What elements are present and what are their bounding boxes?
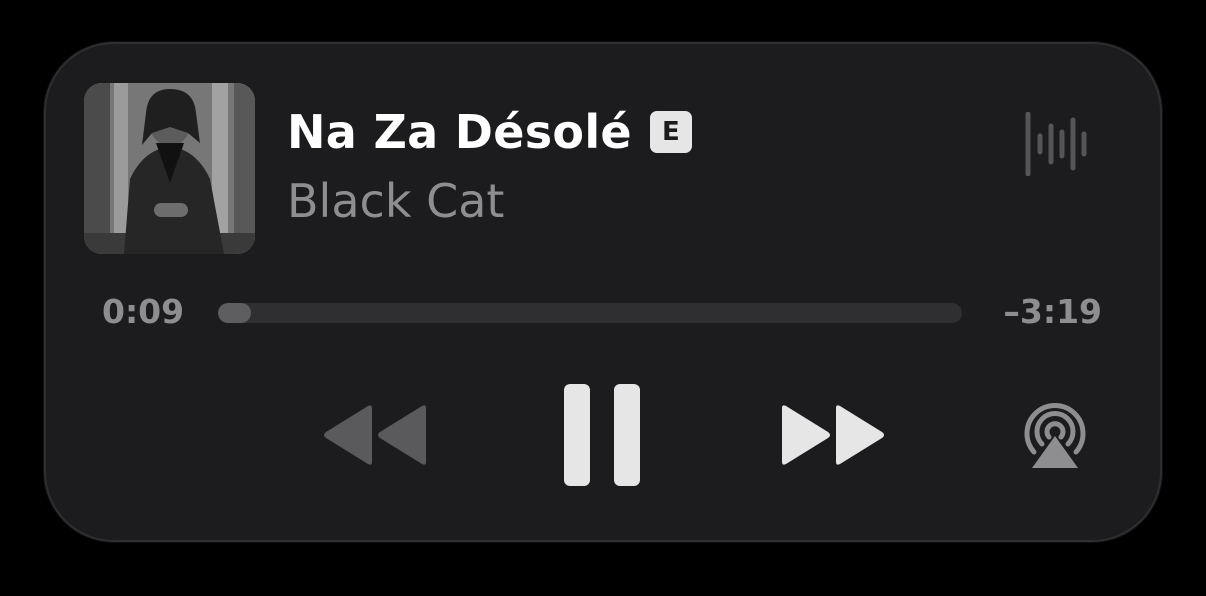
pause-button[interactable]: [564, 384, 642, 486]
remaining-time: –3:19: [1003, 292, 1102, 331]
airplay-icon: [1024, 402, 1086, 468]
progress-scrubber[interactable]: [218, 303, 962, 323]
airplay-button[interactable]: [1020, 400, 1090, 470]
fast-forward-button[interactable]: [778, 402, 888, 468]
fast-forward-icon: [782, 405, 884, 465]
now-playing-card: Na Za Désolé E Black Cat 0:09 –3:19: [44, 42, 1162, 542]
album-artwork[interactable]: [84, 83, 255, 254]
pause-icon: [564, 384, 640, 486]
elapsed-time: 0:09: [102, 292, 185, 331]
title-row: Na Za Désolé E: [287, 104, 692, 160]
waveform-icon: [1024, 111, 1094, 177]
explicit-badge: E: [649, 111, 692, 153]
progress-fill: [218, 303, 252, 323]
track-title[interactable]: Na Za Désolé: [287, 105, 632, 159]
rewind-button[interactable]: [320, 402, 430, 468]
artist-name[interactable]: Black Cat: [287, 174, 504, 228]
rewind-icon: [324, 405, 426, 465]
